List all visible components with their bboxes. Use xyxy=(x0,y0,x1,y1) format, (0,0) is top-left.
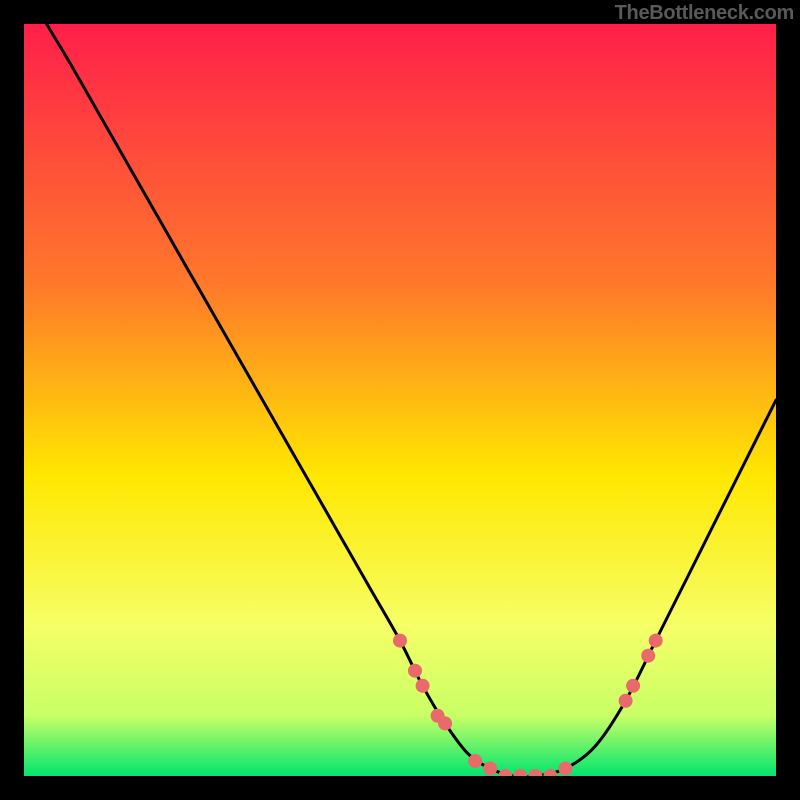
chart-plot xyxy=(24,24,776,776)
gradient-background xyxy=(24,24,776,776)
attribution-text: TheBottleneck.com xyxy=(615,2,794,25)
data-point xyxy=(483,762,497,776)
data-point xyxy=(468,754,482,768)
data-point xyxy=(626,679,640,693)
data-point xyxy=(641,649,655,663)
data-point xyxy=(416,679,430,693)
data-point xyxy=(408,664,422,678)
chart-frame xyxy=(24,24,776,776)
data-point xyxy=(649,634,663,648)
data-point xyxy=(619,694,633,708)
data-point xyxy=(438,716,452,730)
data-point xyxy=(558,762,572,776)
data-point xyxy=(393,634,407,648)
